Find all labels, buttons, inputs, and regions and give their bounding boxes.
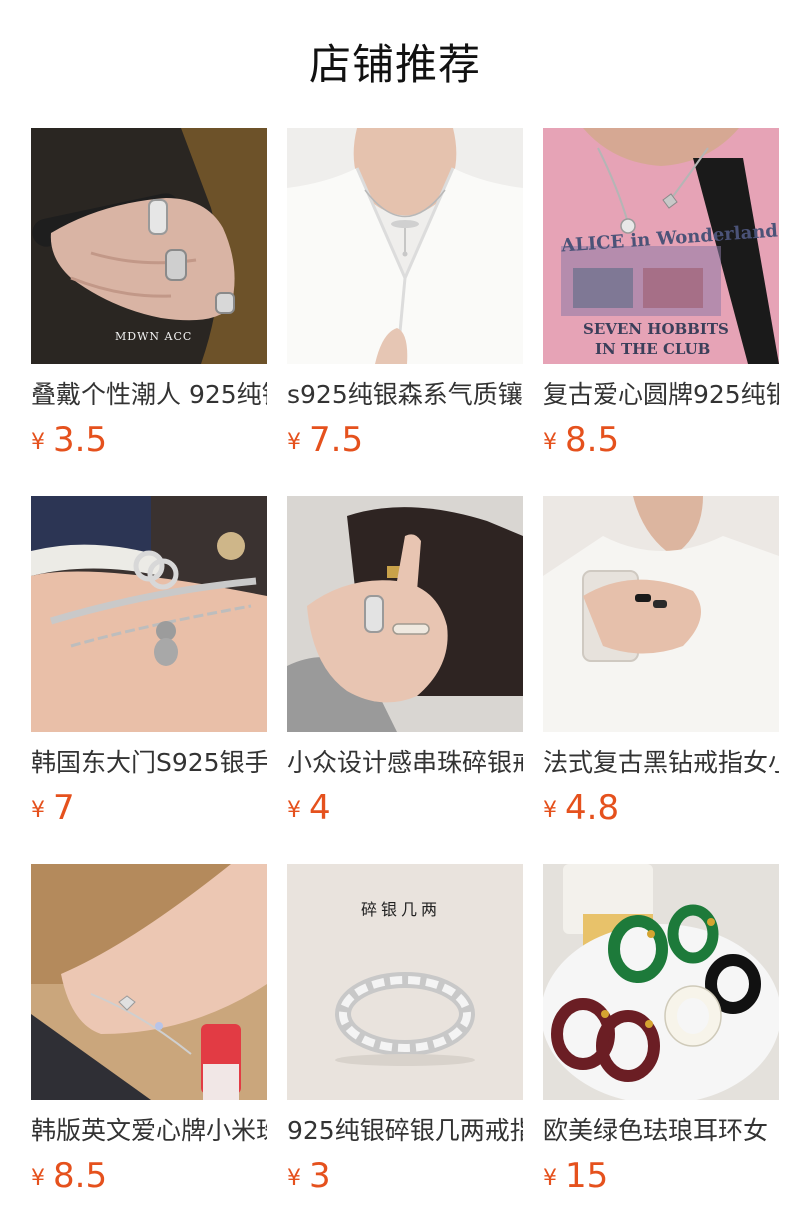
price-value: 8.5 [53,1156,108,1196]
currency-symbol: ¥ [287,1166,301,1191]
product-name[interactable]: 小众设计感串珠碎银戒指 [287,748,523,778]
product-image[interactable]: ALICE in Wonderland SEVEN HOBBITS IN THE… [543,128,779,364]
product-price: ¥4 [287,788,523,828]
product-name[interactable]: 欧美绿色珐琅耳环女 [543,1116,779,1146]
product-card[interactable]: 韩国东大门S925银手链 ¥7 [31,496,267,864]
bracelets-on-wrist-photo [31,496,267,732]
product-card[interactable]: s925纯银森系气质镶钻项链 ¥7.5 [287,128,523,496]
product-price: ¥8.5 [543,420,779,460]
product-image[interactable] [287,496,523,732]
currency-symbol: ¥ [543,798,557,823]
product-name[interactable]: 韩国东大门S925银手链 [31,748,267,778]
image-watermark-text: MDWN ACC [115,330,193,343]
product-card[interactable]: 小众设计感串珠碎银戒指 ¥4 [287,496,523,864]
price-value: 7 [53,788,75,828]
currency-symbol: ¥ [543,1166,557,1191]
product-card[interactable]: 欧美绿色珐琅耳环女 ¥15 [543,864,779,1232]
heart-bracelet-photo [31,864,267,1100]
currency-symbol: ¥ [31,798,45,823]
product-price: ¥3.5 [31,420,267,460]
product-price: ¥7.5 [287,420,523,460]
price-value: 15 [565,1156,609,1196]
rings-with-bag-photo [287,496,523,732]
product-price: ¥15 [543,1156,779,1196]
product-image[interactable]: 碎银几两 [287,864,523,1100]
currency-symbol: ¥ [287,430,301,455]
product-name[interactable]: 叠戴个性潮人 925纯银戒指 [31,380,267,410]
currency-symbol: ¥ [31,430,45,455]
product-name[interactable]: 韩版英文爱心牌小米珠手链 [31,1116,267,1146]
product-card[interactable]: ALICE in Wonderland SEVEN HOBBITS IN THE… [543,128,779,496]
product-price: ¥3 [287,1156,523,1196]
product-image[interactable] [543,864,779,1100]
product-name[interactable]: 复古爱心圆牌925纯银项链 [543,380,779,410]
rings-on-hand-photo [31,128,267,364]
product-image[interactable] [543,496,779,732]
tee-print-line1: SEVEN HOBBITS [583,320,729,338]
currency-symbol: ¥ [31,1166,45,1191]
image-title-text: 碎银几两 [361,900,442,919]
product-image[interactable] [287,128,523,364]
price-value: 3.5 [53,420,108,460]
section-title: 店铺推荐 [308,40,481,89]
product-card[interactable]: 韩版英文爱心牌小米珠手链 ¥8.5 [31,864,267,1232]
product-name[interactable]: 法式复古黑钻戒指女小众 [543,748,779,778]
product-card[interactable]: 法式复古黑钻戒指女小众 ¥4.8 [543,496,779,864]
shop-recommend-page: 店铺推荐 MDWN ACC 叠戴个性潮人 925纯银戒指 [0,0,790,1232]
price-value: 4.8 [565,788,620,828]
necklace-white-shirt-photo [287,128,523,364]
product-grid: MDWN ACC 叠戴个性潮人 925纯银戒指 ¥3.5 [31,128,779,1232]
price-value: 4 [309,788,331,828]
product-image[interactable] [31,864,267,1100]
product-image[interactable] [31,496,267,732]
ring-white-sweater-photo [543,496,779,732]
product-card[interactable]: MDWN ACC 叠戴个性潮人 925纯银戒指 ¥3.5 [31,128,267,496]
product-name[interactable]: 925纯银碎银几两戒指 [287,1116,523,1146]
currency-symbol: ¥ [287,798,301,823]
product-image[interactable]: MDWN ACC [31,128,267,364]
enamel-hoop-earrings-photo [543,864,779,1100]
price-value: 7.5 [309,420,364,460]
product-price: ¥8.5 [31,1156,267,1196]
tee-print-line2: IN THE CLUB [595,340,711,358]
product-name[interactable]: s925纯银森系气质镶钻项链 [287,380,523,410]
price-value: 8.5 [565,420,620,460]
product-price: ¥7 [31,788,267,828]
product-card[interactable]: 碎银几两 925纯银碎银几两戒指 ¥3 [287,864,523,1232]
price-value: 3 [309,1156,331,1196]
product-price: ¥4.8 [543,788,779,828]
currency-symbol: ¥ [543,430,557,455]
